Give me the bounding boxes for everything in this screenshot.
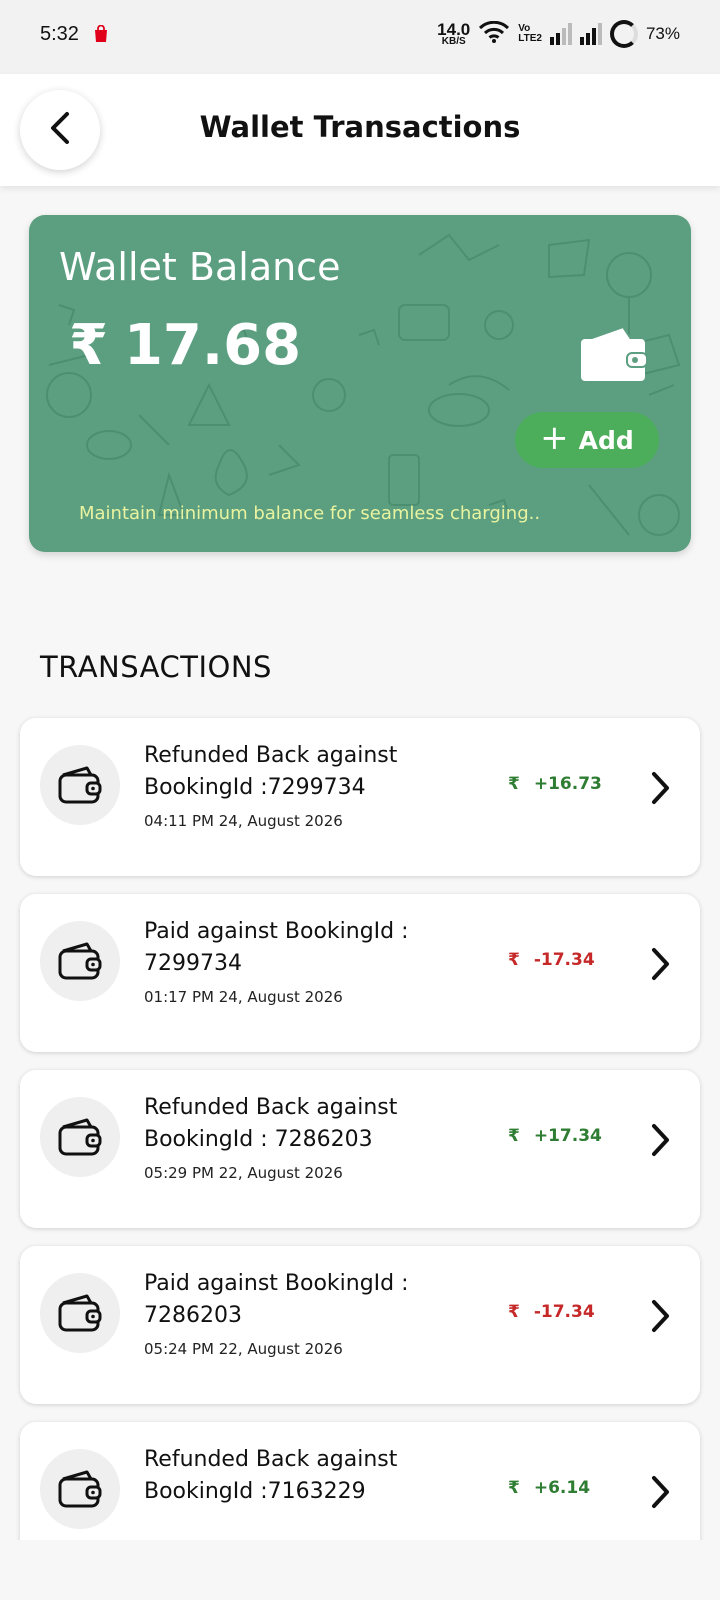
wallet-icon (579, 325, 649, 387)
chevron-right-icon[interactable] (648, 1474, 672, 1514)
transaction-description: Paid against BookingId : 7286203 (144, 1268, 474, 1332)
add-button-label: Add (578, 425, 634, 455)
transaction-description-line1: Paid against BookingId : (144, 919, 409, 944)
app-header: Wallet Transactions (0, 74, 720, 186)
network-speed: 14.0 KB/S (437, 19, 471, 48)
transaction-wallet-icon (40, 745, 120, 825)
add-money-button[interactable]: + Add (515, 412, 659, 468)
transaction-amount: ₹ +17.34 (508, 1126, 602, 1146)
transaction-wallet-icon (40, 921, 120, 1001)
transaction-amount: ₹ +6.14 (508, 1478, 590, 1498)
currency-symbol: ₹ (508, 950, 520, 970)
transaction-description-line2: 7286203 (144, 1303, 242, 1328)
transaction-description: Refunded Back against BookingId :7299734 (144, 740, 474, 804)
transaction-amount: ₹ +16.73 (508, 774, 602, 794)
transaction-row[interactable]: Paid against BookingId : 7286203 05:24 PM … (20, 1246, 700, 1404)
transaction-description-line1: Paid against BookingId : (144, 1271, 409, 1296)
currency-symbol: ₹ (69, 313, 108, 378)
bottom-edge (0, 1540, 720, 1600)
volte-indicator: Vo LTE2 (518, 22, 542, 44)
chevron-right-icon[interactable] (648, 946, 672, 986)
signal-sim1-icon (549, 23, 572, 45)
wifi-icon (478, 20, 510, 48)
chevron-right-icon[interactable] (648, 770, 672, 810)
page-title: Wallet Transactions (199, 110, 521, 144)
transaction-amount: ₹ -17.34 (508, 950, 595, 970)
wallet-balance-amount: ₹ 17.68 (69, 313, 301, 378)
chevron-right-icon[interactable] (648, 1122, 672, 1162)
transaction-wallet-icon (40, 1273, 120, 1353)
amount-value: -17.34 (533, 1302, 595, 1322)
wallet-balance-title: Wallet Balance (59, 245, 341, 289)
transaction-description-line1: Refunded Back against (144, 1447, 398, 1472)
transaction-row[interactable]: Paid against BookingId : 7299734 01:17 PM … (20, 894, 700, 1052)
transaction-wallet-icon (40, 1097, 120, 1177)
battery-percent: 73% (645, 24, 680, 43)
currency-symbol: ₹ (508, 774, 520, 794)
transaction-description-line1: Refunded Back against (144, 1095, 398, 1120)
currency-symbol: ₹ (508, 1478, 520, 1498)
signal-sim2-icon (579, 23, 602, 45)
transaction-description-line2: BookingId : 7286203 (144, 1127, 373, 1152)
transaction-wallet-icon (40, 1449, 120, 1529)
transaction-time: 04:11 PM 24, August 2026 (144, 812, 343, 830)
transaction-time: 01:17 PM 24, August 2026 (144, 988, 343, 1006)
transactions-heading: TRANSACTIONS (40, 650, 272, 684)
transaction-description: Refunded Back against BookingId : 7286203 (144, 1092, 474, 1156)
balance-value: 17.68 (123, 313, 302, 378)
amount-value: +16.73 (533, 774, 602, 794)
transaction-description-line2: BookingId :7163229 (144, 1479, 366, 1504)
wallet-balance-card: Wallet Balance ₹ 17.68 + Add Maintain mi… (29, 215, 691, 552)
transaction-row[interactable]: Refunded Back against BookingId : 7286203… (20, 1070, 700, 1228)
transaction-amount: ₹ -17.34 (508, 1302, 595, 1322)
chevron-right-icon[interactable] (648, 1298, 672, 1338)
transaction-description: Paid against BookingId : 7299734 (144, 916, 474, 980)
transaction-description-line2: BookingId :7299734 (144, 775, 366, 800)
transaction-time: 05:24 PM 22, August 2026 (144, 1340, 343, 1358)
transaction-description: Refunded Back against BookingId :7163229 (144, 1444, 474, 1508)
currency-symbol: ₹ (508, 1126, 520, 1146)
amount-value: +17.34 (533, 1126, 602, 1146)
status-bar: 5:32 14.0 KB/S Vo LTE2 73% (0, 0, 720, 74)
transaction-description-line1: Refunded Back against (144, 743, 398, 768)
shopping-bag-icon (93, 24, 109, 43)
wallet-note: Maintain minimum balance for seamless ch… (79, 503, 541, 524)
transaction-time: 05:29 PM 22, August 2026 (144, 1164, 343, 1182)
transaction-description-line2: 7299734 (144, 951, 242, 976)
transaction-row[interactable]: Refunded Back against BookingId :7299734 0… (20, 718, 700, 876)
amount-value: -17.34 (533, 950, 595, 970)
currency-symbol: ₹ (508, 1302, 520, 1322)
battery-icon (609, 20, 638, 48)
plus-icon: + (540, 418, 569, 458)
amount-value: +6.14 (533, 1478, 591, 1498)
status-time: 5:32 (40, 22, 79, 45)
